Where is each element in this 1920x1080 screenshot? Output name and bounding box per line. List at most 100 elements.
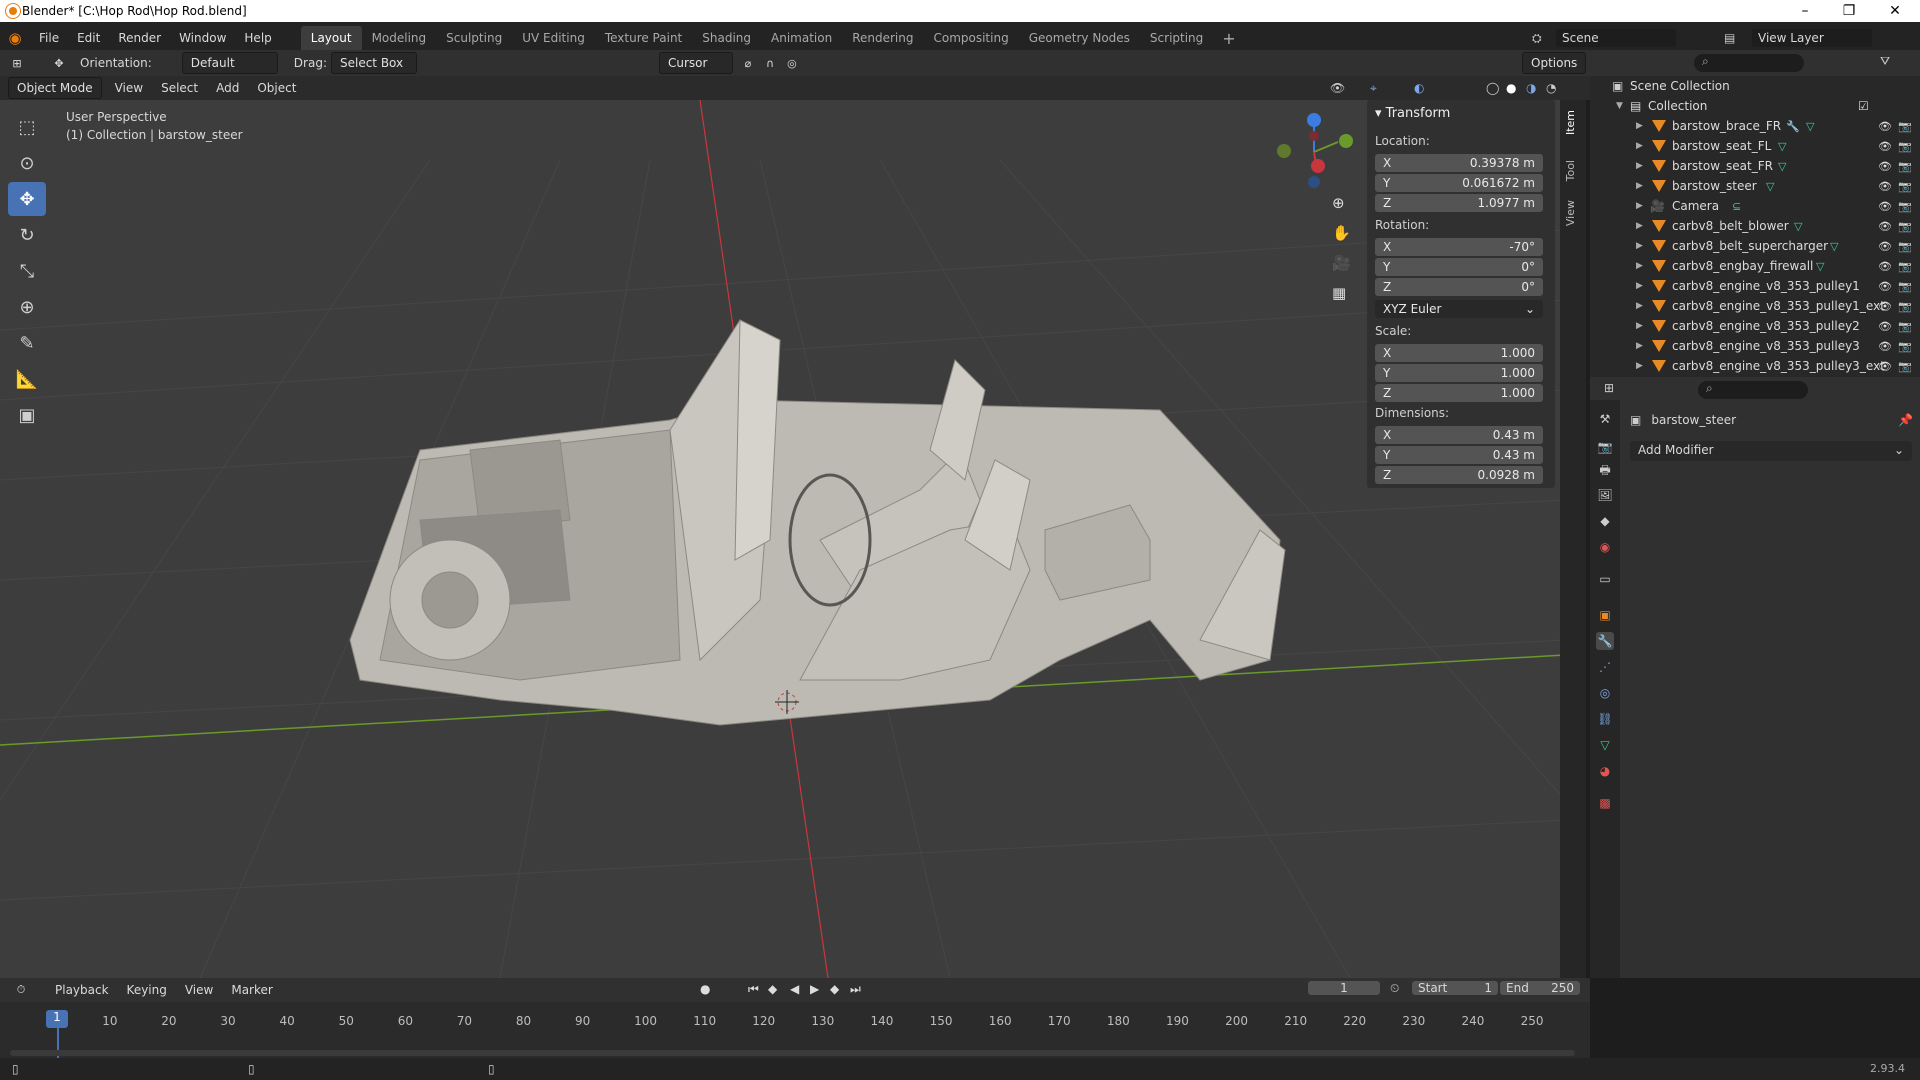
list-item[interactable]: ▶ 🎥 Camera ⊆ 👁 📷 [1590, 196, 1920, 216]
tab-item[interactable]: Item [1564, 110, 1577, 135]
cursor-tool-icon[interactable]: ⊙ [8, 146, 46, 180]
workspace-tab-compositing[interactable]: Compositing [923, 26, 1018, 50]
camera-icon[interactable]: 📷 [1898, 260, 1912, 273]
camera-icon[interactable]: 📷 [1898, 320, 1912, 333]
timeline-menu-marker[interactable]: Marker [222, 983, 281, 997]
constraint-properties-icon[interactable]: ⛓ [1596, 710, 1614, 728]
overlay-toggle-icon[interactable]: ◐ [1414, 81, 1424, 95]
add-workspace-icon[interactable]: + [1213, 29, 1244, 48]
camera-icon[interactable]: 📷 [1898, 220, 1912, 233]
eye-icon[interactable]: 👁 [1878, 180, 1892, 193]
expand-icon[interactable]: ▶ [1636, 241, 1643, 251]
timeline-menu-playback[interactable]: Playback [46, 983, 118, 997]
viewport-menu-add[interactable]: Add [207, 81, 248, 95]
timeline-editor-type-icon[interactable]: ⏱ [10, 981, 32, 999]
workspace-tab-modeling[interactable]: Modeling [362, 26, 437, 50]
workspace-tab-scripting[interactable]: Scripting [1140, 26, 1213, 50]
list-item[interactable]: ▶ carbv8_engine_v8_353_pulley1 👁 📷 [1590, 276, 1920, 296]
rotation-z-field[interactable]: Z 0° [1375, 278, 1543, 296]
minimize-button[interactable]: – [1782, 0, 1828, 22]
scale-y-field[interactable]: Y 1.000 [1375, 364, 1543, 382]
physics-properties-icon[interactable]: ◎ [1596, 684, 1614, 702]
timeline-menu-keying[interactable]: Keying [118, 983, 176, 997]
location-x-field[interactable]: X 0.39378 m [1375, 154, 1543, 172]
camera-icon[interactable]: 📷 [1898, 180, 1912, 193]
menu-edit[interactable]: Edit [68, 31, 109, 45]
camera-icon[interactable]: 📷 [1898, 280, 1912, 293]
camera-icon[interactable]: 📷 [1898, 240, 1912, 253]
rotate-tool-icon[interactable]: ↻ [8, 218, 46, 252]
checkbox-icon[interactable]: ☑ [1858, 99, 1869, 113]
proportional-edit-icon[interactable]: ◎ [781, 54, 803, 72]
view-layer-properties-icon[interactable]: 🖼 [1596, 486, 1614, 504]
expand-icon[interactable]: ▶ [1636, 181, 1643, 191]
view-layer-field[interactable]: View Layer [1752, 29, 1872, 47]
3d-viewport[interactable]: User Perspective (1) Collection | barsto… [0, 100, 1565, 978]
scene-properties-icon[interactable]: ◆ [1596, 512, 1614, 530]
eye-icon[interactable]: 👁 [1878, 220, 1892, 233]
workspace-tab-shading[interactable]: Shading [692, 26, 761, 50]
location-z-field[interactable]: Z 1.0977 m [1375, 194, 1543, 212]
expand-icon[interactable]: ▶ [1636, 321, 1643, 331]
pivot-dropdown[interactable]: Cursor [658, 52, 733, 74]
material-properties-icon[interactable]: ◕ [1596, 762, 1614, 780]
move-tool-button-icon[interactable]: ✥ [8, 182, 46, 216]
camera-icon[interactable]: 📷 [1898, 340, 1912, 353]
workspace-tab-layout[interactable]: Layout [300, 26, 362, 50]
expand-icon[interactable]: ▶ [1636, 221, 1643, 231]
expand-icon[interactable]: ▶ [1636, 341, 1643, 351]
jump-end-icon[interactable]: ⏭ [850, 982, 861, 997]
eye-icon[interactable]: 👁 [1878, 300, 1892, 313]
rotation-x-field[interactable]: X -70° [1375, 238, 1543, 256]
close-button[interactable]: ✕ [1872, 0, 1918, 22]
navigation-gizmo[interactable] [1277, 113, 1353, 188]
menu-help[interactable]: Help [235, 31, 280, 45]
next-keyframe-icon[interactable]: ◆ [830, 982, 839, 996]
viewport-menu-object[interactable]: Object [248, 81, 305, 95]
texture-properties-icon[interactable]: ▩ [1596, 794, 1614, 812]
menu-render[interactable]: Render [109, 31, 170, 45]
expand-icon[interactable]: ▶ [1636, 201, 1643, 211]
pan-hand-icon[interactable]: ✋ [1332, 224, 1351, 242]
rendered-shading-icon[interactable]: ◔ [1546, 81, 1556, 95]
filter-icon[interactable]: ⛛ [1880, 54, 1890, 69]
menu-window[interactable]: Window [170, 31, 235, 45]
workspace-tab-uv-editing[interactable]: UV Editing [512, 26, 595, 50]
eye-icon[interactable]: 👁 [1878, 360, 1892, 373]
measure-tool-icon[interactable]: 📐 [8, 362, 46, 396]
list-item[interactable]: ▶ carbv8_engbay_firewall ▽ 👁 📷 [1590, 256, 1920, 276]
add-modifier-dropdown[interactable]: Add Modifier ⌄ [1630, 441, 1912, 461]
list-item[interactable]: ▶ carbv8_engine_v8_353_pulley3_ext 👁 📷 [1590, 356, 1920, 376]
current-frame-field[interactable]: 1 [1308, 981, 1380, 995]
expand-icon[interactable]: ▶ [1636, 361, 1643, 371]
camera-icon[interactable]: 📷 [1898, 200, 1912, 213]
editor-type-icon[interactable]: ⊞ [6, 54, 28, 72]
start-frame-field[interactable]: Start 1 [1412, 981, 1498, 995]
list-item[interactable]: ▶ barstow_steer ▽ 👁 📷 [1590, 176, 1920, 196]
workspace-tab-sculpting[interactable]: Sculpting [436, 26, 512, 50]
list-item[interactable]: ▶ carbv8_belt_blower ▽ 👁 📷 [1590, 216, 1920, 236]
list-item[interactable]: ▶ barstow_seat_FR ▽ 👁 📷 [1590, 156, 1920, 176]
select-box-tool-icon[interactable]: ⬚ [8, 110, 46, 144]
view-layer-icon[interactable]: ▤ [1724, 31, 1735, 45]
outliner-collection[interactable]: ▼ ▤ Collection ☑ [1590, 96, 1920, 116]
hop-rod-model[interactable] [349, 319, 1286, 726]
rotation-y-field[interactable]: Y 0° [1375, 258, 1543, 276]
list-item[interactable]: ▶ barstow_brace_FR 🔧 ▽ 👁 📷 [1590, 116, 1920, 136]
list-item[interactable]: ▶ carbv8_engine_v8_353_pulley1_ext 👁 📷 [1590, 296, 1920, 316]
zoom-icon[interactable]: ⊕ [1332, 194, 1345, 212]
outliner-scene-collection[interactable]: ▣ Scene Collection [1590, 76, 1920, 96]
pin-icon[interactable]: 📌 [1898, 413, 1913, 427]
scene-selector-icon[interactable]: ⛭ [1532, 31, 1542, 46]
camera-icon[interactable]: 📷 [1898, 140, 1912, 153]
outliner-search-icon[interactable]: ⌕ [1694, 54, 1804, 72]
modifier-properties-icon[interactable]: 🔧 [1596, 632, 1614, 650]
dimensions-y-field[interactable]: Y 0.43 m [1375, 446, 1543, 464]
snap-icon[interactable]: ⌀ [737, 54, 759, 72]
viewport-menu-select[interactable]: Select [152, 81, 207, 95]
camera-icon[interactable]: 📷 [1898, 120, 1912, 133]
world-properties-icon[interactable]: ◉ [1596, 538, 1614, 556]
eye-icon[interactable]: 👁 [1878, 120, 1892, 133]
list-item[interactable]: ▶ carbv8_engine_v8_353_pulley2 👁 📷 [1590, 316, 1920, 336]
viewport-menu-view[interactable]: View [106, 81, 152, 95]
